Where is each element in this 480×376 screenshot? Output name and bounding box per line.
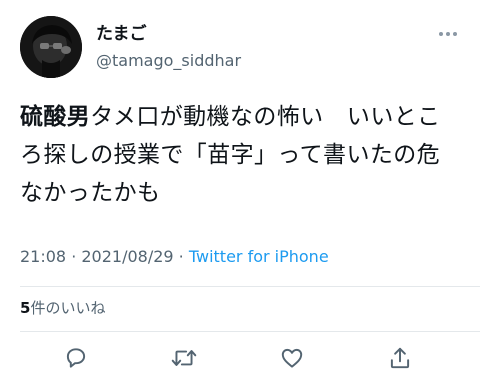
reply-icon <box>66 348 86 368</box>
more-options-button[interactable] <box>436 26 460 42</box>
more-horizontal-icon <box>439 32 457 36</box>
tweet-text: 硫酸男タメ口が動機なの怖い いいところ探しの授業で「苗字」って書いたの危なかった… <box>20 98 460 212</box>
divider <box>20 286 480 287</box>
share-icon <box>390 347 410 369</box>
reply-button[interactable] <box>62 344 90 372</box>
like-count: 5 <box>20 299 31 317</box>
like-label: 件のいいね <box>30 299 106 317</box>
tweet-time[interactable]: 21:08 <box>20 247 66 266</box>
author-info: たまご @tamago_siddhar <box>96 24 241 72</box>
username-handle[interactable]: @tamago_siddhar <box>96 50 241 72</box>
heart-icon <box>281 348 303 368</box>
meta-separator: · <box>66 247 82 266</box>
display-name[interactable]: たまご <box>96 24 241 44</box>
likes-summary[interactable]: 5件のいいね <box>20 297 105 319</box>
meta-separator: · <box>173 247 189 266</box>
tweet-text-bold: 硫酸男 <box>20 104 91 130</box>
share-button[interactable] <box>386 344 414 372</box>
tweet-source-link[interactable]: Twitter for iPhone <box>189 247 329 266</box>
tweet-detail: たまご @tamago_siddhar 硫酸男タメ口が動機なの怖い いいところ探… <box>0 0 480 376</box>
divider <box>20 331 480 332</box>
tweet-metadata: 21:08 · 2021/08/29 · Twitter for iPhone <box>20 246 329 268</box>
retweet-icon <box>171 350 197 366</box>
retweet-button[interactable] <box>170 344 198 372</box>
tweet-date[interactable]: 2021/08/29 <box>81 247 173 266</box>
avatar-image <box>20 16 82 78</box>
like-button[interactable] <box>278 344 306 372</box>
action-bar <box>0 340 480 376</box>
avatar[interactable] <box>20 16 82 78</box>
